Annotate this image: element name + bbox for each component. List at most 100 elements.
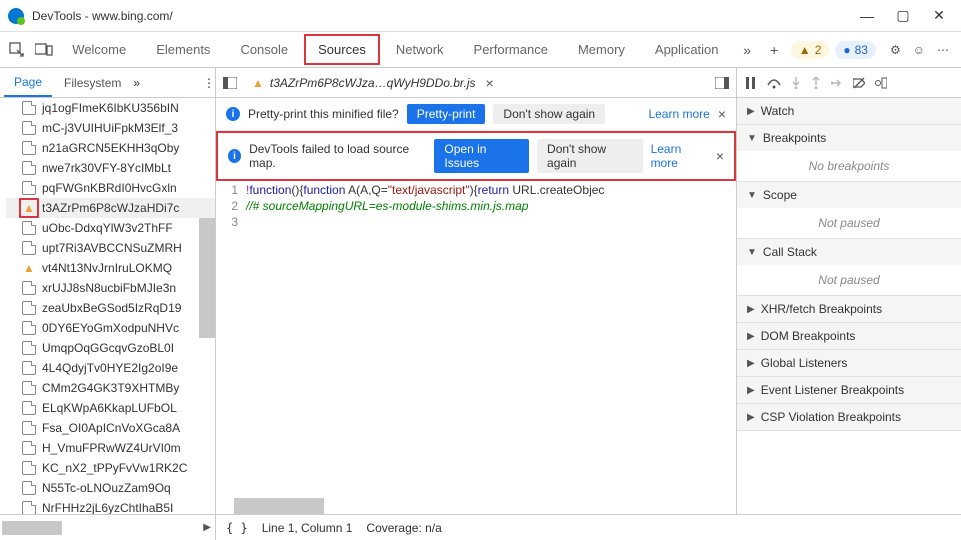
deactivate-breakpoints-icon[interactable]: [853, 77, 865, 89]
file-item[interactable]: CMm2G4GK3T9XHTMBy: [6, 378, 215, 398]
pretty-print-button[interactable]: Pretty-print: [407, 104, 486, 124]
horizontal-scrollbar[interactable]: [216, 498, 736, 514]
debug-section-header[interactable]: ▼Scope: [737, 182, 961, 208]
tab-console[interactable]: Console: [226, 34, 302, 65]
navigator-hscroll[interactable]: ▶: [0, 515, 216, 540]
file-item[interactable]: KC_nX2_tPPyFvVw1RK2C: [6, 458, 215, 478]
learn-more-link[interactable]: Learn more: [648, 107, 709, 121]
close-file-icon[interactable]: ×: [485, 75, 493, 91]
close-banner-icon[interactable]: ×: [716, 148, 724, 164]
file-item[interactable]: n21aGRCN5EKHH3qOby: [6, 138, 215, 158]
tab-application[interactable]: Application: [641, 34, 733, 65]
section-label: Watch: [761, 104, 795, 118]
debug-section: ▶CSP Violation Breakpoints: [737, 404, 961, 431]
pause-icon[interactable]: [745, 77, 757, 89]
close-button[interactable]: ✕: [933, 10, 945, 22]
code-content[interactable]: !function(){function A(A,Q="text/javascr…: [246, 181, 604, 514]
more-icon[interactable]: ⋯: [937, 43, 949, 57]
file-item[interactable]: NrFHHz2jL6yzChtIhaB5I: [6, 498, 215, 514]
file-name: NrFHHz2jL6yzChtIhaB5I: [42, 501, 173, 514]
file-name: Fsa_OI0ApICnVoXGca8A: [42, 421, 180, 435]
tab-sources[interactable]: Sources: [304, 34, 380, 65]
debug-section: ▶Event Listener Breakpoints: [737, 377, 961, 404]
settings-icon[interactable]: ⚙: [890, 43, 901, 57]
code-editor[interactable]: 123 !function(){function A(A,Q="text/jav…: [216, 181, 736, 514]
maximize-button[interactable]: ▢: [897, 10, 909, 22]
tab-memory[interactable]: Memory: [564, 34, 639, 65]
file-icon: [22, 441, 36, 455]
file-name: CMm2G4GK3T9XHTMBy: [42, 381, 179, 395]
chevron-down-icon: ▼: [747, 133, 757, 144]
file-item[interactable]: jq1ogFImeK6IbKU356bIN: [6, 98, 215, 118]
pretty-print-toggle[interactable]: { }: [226, 521, 248, 535]
subtab-filesystem[interactable]: Filesystem: [54, 70, 131, 96]
file-item[interactable]: Fsa_OI0ApICnVoXGca8A: [6, 418, 215, 438]
step-out-icon[interactable]: [811, 77, 821, 89]
debug-section-header[interactable]: ▶Global Listeners: [737, 350, 961, 376]
tab-network[interactable]: Network: [382, 34, 458, 65]
add-tab-icon[interactable]: +: [762, 36, 787, 64]
navigator-tabs: Page Filesystem » ⋮: [0, 68, 216, 97]
dont-show-button[interactable]: Don't show again: [537, 139, 643, 173]
file-navigator[interactable]: jq1ogFImeK6IbKU356bIN mC-j3VUIHUiFpkM3Elf…: [0, 98, 216, 514]
file-item[interactable]: N55Tc-oLNOuzZam9Oq: [6, 478, 215, 498]
step-into-icon[interactable]: [791, 77, 801, 89]
step-icon[interactable]: [831, 77, 843, 89]
info-badge[interactable]: ●83: [835, 41, 876, 59]
debug-section-header[interactable]: ▼Call Stack: [737, 239, 961, 265]
status-bar: ▶ { } Line 1, Column 1 Coverage: n/a: [0, 514, 961, 540]
file-icon: [22, 161, 36, 175]
debug-section-header[interactable]: ▼Breakpoints: [737, 125, 961, 151]
dont-show-button[interactable]: Don't show again: [493, 104, 605, 124]
learn-more-link[interactable]: Learn more: [651, 142, 708, 170]
chevron-down-icon: ▼: [747, 247, 757, 258]
tab-welcome[interactable]: Welcome: [58, 34, 140, 65]
file-item[interactable]: zeaUbxBeGSod5IzRqD19: [6, 298, 215, 318]
file-item[interactable]: ▲vt4Nt13NvJrnIruLOKMQ: [6, 258, 215, 278]
debug-section-header[interactable]: ▶XHR/fetch Breakpoints: [737, 296, 961, 322]
warnings-badge[interactable]: ▲2: [791, 41, 830, 59]
file-item[interactable]: xrUJJ8sN8ucbiFbMJIe3n: [6, 278, 215, 298]
navigator-more-icon[interactable]: ⋮: [203, 76, 215, 90]
file-item[interactable]: upt7Ri3AVBCCNSuZMRH: [6, 238, 215, 258]
tab-performance[interactable]: Performance: [460, 34, 562, 65]
file-item[interactable]: ▲t3AZrPm6P8cWJzaHDi7c: [6, 198, 215, 218]
file-item[interactable]: pqFWGnKBRdI0HvcGxln: [6, 178, 215, 198]
toggle-navigator-icon[interactable]: [216, 69, 244, 97]
device-icon[interactable]: [31, 36, 56, 64]
file-item[interactable]: 0DY6EYoGmXodpuNHVc: [6, 318, 215, 338]
file-item[interactable]: mC-j3VUIHUiFpkM3Elf_3: [6, 118, 215, 138]
toggle-debugger-icon[interactable]: [708, 69, 736, 97]
file-icon: [22, 381, 36, 395]
file-name: ELqKWpA6KkapLUFbOL: [42, 401, 177, 415]
chevron-right-icon: ▶: [747, 412, 755, 423]
subtab-page[interactable]: Page: [4, 69, 52, 97]
inspect-icon[interactable]: [4, 36, 29, 64]
file-item[interactable]: nwe7rk30VFY-8YcIMbLt: [6, 158, 215, 178]
file-name: xrUJJ8sN8ucbiFbMJIe3n: [42, 281, 176, 295]
editor-file-tab[interactable]: ▲ t3AZrPm6P8cWJza…qWyH9DDo.br.js ×: [244, 68, 502, 97]
step-over-icon[interactable]: [767, 77, 781, 89]
file-item[interactable]: ELqKWpA6KkapLUFbOL: [6, 398, 215, 418]
banner-message: Pretty-print this minified file?: [248, 107, 399, 121]
open-in-issues-button[interactable]: Open in Issues: [434, 139, 529, 173]
minimize-button[interactable]: —: [861, 10, 873, 22]
debug-section-header[interactable]: ▶DOM Breakpoints: [737, 323, 961, 349]
app-icon: [8, 8, 24, 24]
file-item[interactable]: uObc-DdxqYlW3v2ThFF: [6, 218, 215, 238]
file-name: jq1ogFImeK6IbKU356bIN: [42, 101, 179, 115]
pause-on-exceptions-icon[interactable]: [875, 77, 887, 89]
feedback-icon[interactable]: ☺: [913, 43, 925, 57]
tabs-overflow-icon[interactable]: »: [735, 36, 760, 64]
file-item[interactable]: 4L4QdyjTv0HYE2Ig2oI9e: [6, 358, 215, 378]
scrollbar-thumb[interactable]: [199, 218, 215, 338]
tab-elements[interactable]: Elements: [142, 34, 224, 65]
debug-section-header[interactable]: ▶CSP Violation Breakpoints: [737, 404, 961, 430]
close-banner-icon[interactable]: ×: [718, 106, 726, 122]
file-item[interactable]: UmqpOqGGcqvGzoBL0I: [6, 338, 215, 358]
info-icon: i: [226, 107, 240, 121]
file-item[interactable]: H_VmuFPRwWZ4UrVI0m: [6, 438, 215, 458]
debug-section-header[interactable]: ▶Watch: [737, 98, 961, 124]
navigator-overflow-icon[interactable]: »: [133, 76, 140, 90]
debug-section-header[interactable]: ▶Event Listener Breakpoints: [737, 377, 961, 403]
